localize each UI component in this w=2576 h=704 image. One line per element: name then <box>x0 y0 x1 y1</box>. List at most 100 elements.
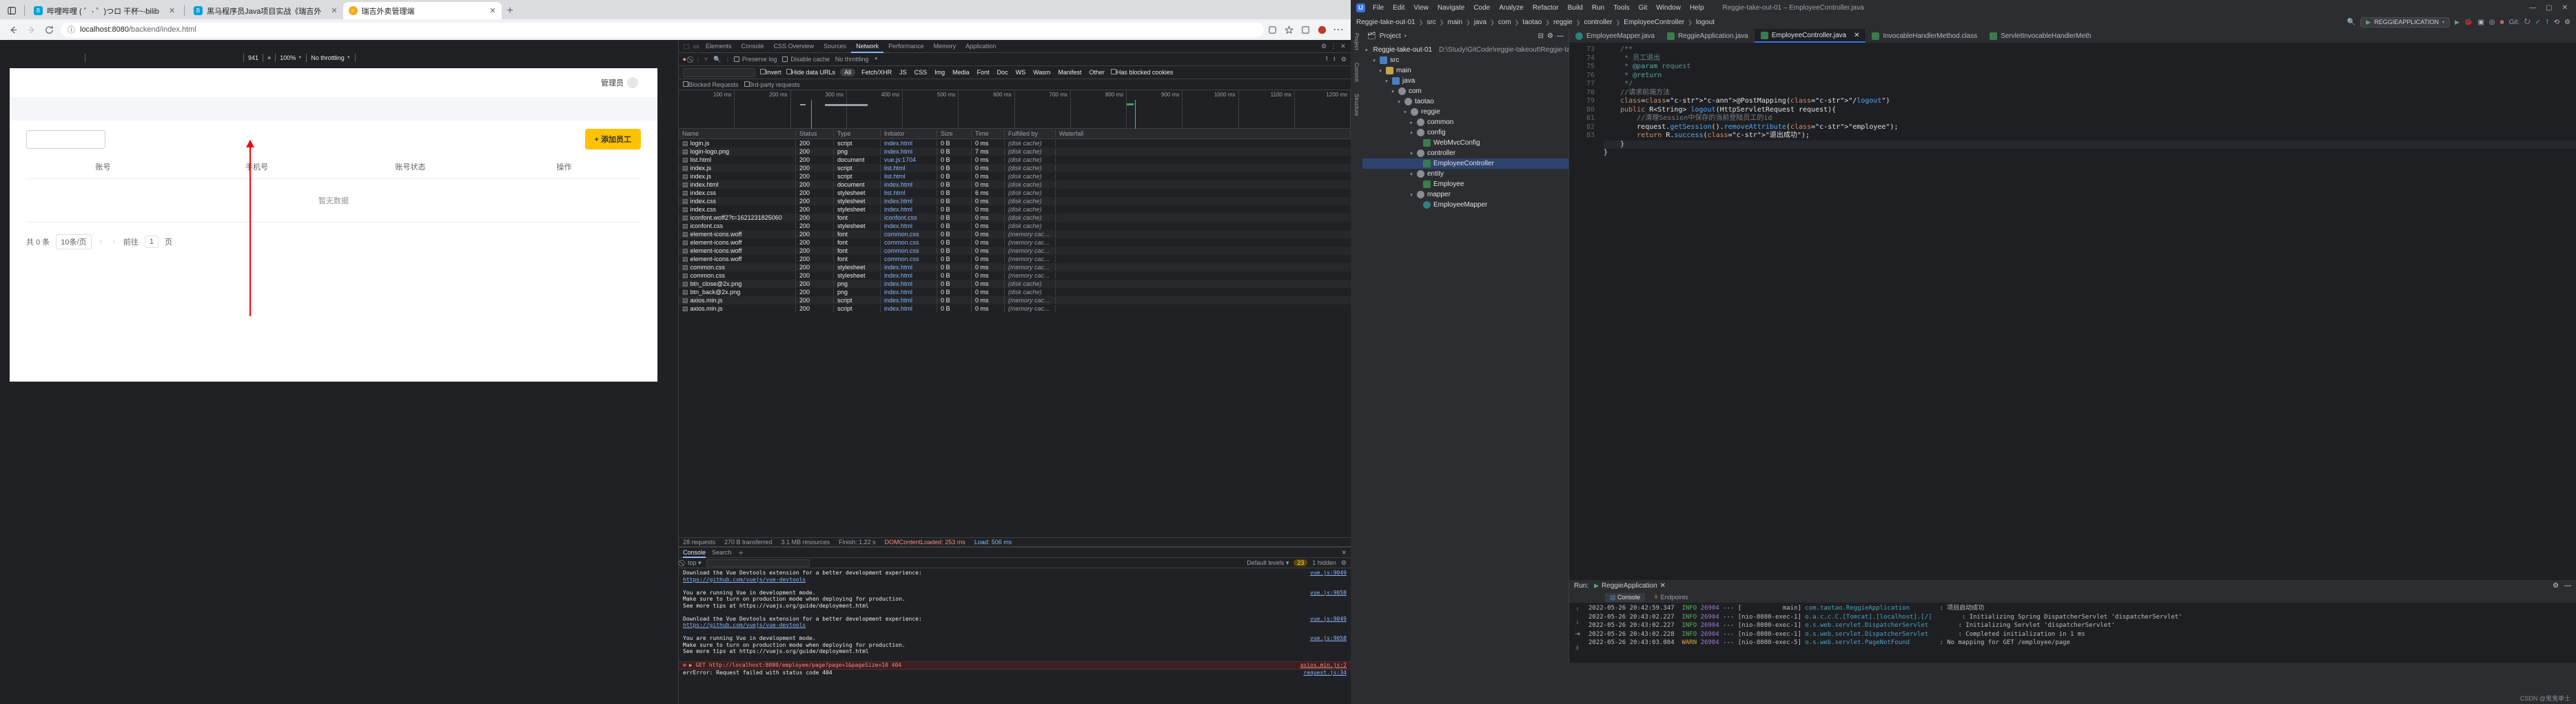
column-type[interactable]: Type <box>834 130 881 137</box>
tab-search-icon[interactable] <box>3 1 21 19</box>
next-page-icon[interactable]: › <box>110 238 117 246</box>
table-row[interactable]: ▤ list.html 200 document vue.js:1704 0 B0 ms(… <box>679 156 1351 164</box>
run-pane-hide-icon[interactable]: — <box>2564 582 2571 590</box>
filter-type-img[interactable]: Img <box>933 69 946 76</box>
tree-node-java[interactable]: ▾ java <box>1362 76 1568 86</box>
cell-initiator[interactable]: list.html <box>881 173 937 180</box>
record-icon[interactable]: ⏺ <box>683 56 686 63</box>
soft-wrap-icon[interactable]: ⇥ <box>1575 630 1580 638</box>
menu-edit[interactable]: Edit <box>1391 4 1406 12</box>
blocked-requests-checkbox[interactable]: Blocked Requests <box>683 81 739 88</box>
tree-node-taotao[interactable]: ▾ taotao <box>1362 96 1568 107</box>
device-select[interactable] <box>3 53 85 62</box>
drawer-tab-search[interactable]: Search <box>712 549 732 556</box>
column-waterfall[interactable]: Waterfall <box>1056 130 1351 137</box>
blocked-cookies-checkbox[interactable]: Has blocked cookies <box>1110 69 1173 76</box>
chevron-icon[interactable]: ▾ <box>1409 130 1414 136</box>
tab-application[interactable]: Application <box>961 40 1001 53</box>
code-line[interactable]: * 员工退出 <box>1604 54 2576 63</box>
filter-type-media[interactable]: Media <box>951 69 971 76</box>
filter-icon[interactable]: ⑂ <box>704 56 708 63</box>
cell-initiator[interactable]: list.html <box>881 165 937 172</box>
pane-settings-icon[interactable]: ⚙ <box>1547 32 1553 40</box>
close-icon[interactable]: ✕ <box>163 6 175 15</box>
favorite-icon[interactable] <box>1280 21 1297 39</box>
device-zoom-select[interactable]: 100% ▼ <box>276 53 307 62</box>
run-icon[interactable]: ▶ <box>2455 19 2460 26</box>
drawer-tab-console[interactable]: Console <box>683 548 706 558</box>
back-icon[interactable] <box>4 21 22 39</box>
breadcrumb-method[interactable]: logout <box>1696 19 1715 26</box>
code-line[interactable]: return R.success(class="c-str">"退出成功"); <box>1604 132 2576 141</box>
run-tab-endpoints[interactable]: ⚘ Endpoints <box>1653 594 1688 601</box>
rail-commit-label[interactable]: Commit <box>1353 63 1360 82</box>
console-context-select[interactable]: top ▾ <box>688 559 702 567</box>
tree-node-mapper[interactable]: ▾ mapper <box>1362 189 1568 200</box>
search-icon[interactable]: 🔍 <box>713 56 721 63</box>
editor-code[interactable]: /** * 员工退出 * @param request * @return */… <box>1598 43 2576 580</box>
code-editor[interactable]: 73 74 75 76 77 78 79 80 81 82 83 /** * 员工退出 * @par… <box>1569 43 2576 580</box>
menu-build[interactable]: Build <box>1566 4 1584 12</box>
chevron-icon[interactable]: ▾ <box>1396 99 1402 105</box>
table-row[interactable]: ▤ element-icons.woff 200 font common.css 0 B0… <box>679 247 1351 255</box>
menu-tools[interactable]: Tools <box>1612 4 1631 12</box>
tree-node-main[interactable]: ▾ main <box>1362 65 1568 76</box>
prev-page-icon[interactable]: ‹ <box>98 238 105 246</box>
tab-css-overview[interactable]: CSS Overview <box>769 40 819 53</box>
console-filter-input[interactable] <box>706 559 810 567</box>
cell-initiator[interactable]: common.css <box>881 247 937 254</box>
cell-initiator[interactable]: iconfont.css <box>881 214 937 221</box>
console-source-link[interactable]: request.js:34 <box>1298 670 1347 676</box>
cell-initiator[interactable]: index.html <box>881 280 937 287</box>
tree-node-entity[interactable]: ▾ entity <box>1362 169 1568 179</box>
menu-file[interactable]: File <box>1371 4 1385 12</box>
devtools-more-icon[interactable]: ⋮ <box>1329 43 1338 50</box>
chevron-icon[interactable]: ▾ <box>1409 151 1414 156</box>
table-row[interactable]: ▤ iconfont.woff2?t=1621231825060 200 font ic… <box>679 214 1351 222</box>
device-throttling-select[interactable]: No throttling ▼ <box>307 53 356 62</box>
close-icon[interactable]: ✕ <box>1854 32 1859 39</box>
editor-tab-servletinvocablehandlermeth[interactable]: ServletInvocableHandlerMeth <box>1983 29 2097 43</box>
table-row[interactable]: ▤ iconfont.css 200 stylesheet index.html 0 B0… <box>679 222 1351 230</box>
debug-icon[interactable]: 🐞 <box>2464 19 2473 26</box>
stop-icon[interactable]: ■ <box>2500 19 2504 26</box>
console-source-link[interactable]: vue.js:9049 <box>1305 616 1347 623</box>
cell-initiator[interactable]: common.css <box>881 239 937 246</box>
more-menu-icon[interactable]: ⋯ <box>1330 21 1347 39</box>
console-link[interactable]: https://github.com/vuejs/vue-devtools <box>683 577 806 583</box>
code-line[interactable]: /** <box>1604 45 2576 54</box>
cell-initiator[interactable]: index.html <box>881 140 937 147</box>
menu-code[interactable]: Code <box>1472 4 1491 12</box>
console-source-link[interactable]: vue.js:9058 <box>1305 590 1347 597</box>
code-line[interactable]: } <box>1604 149 2576 158</box>
settings-icon[interactable]: ⚙ <box>2564 19 2570 26</box>
device-height-input[interactable]: × <box>263 53 276 62</box>
table-row[interactable]: ▤ index.js 200 script list.html 0 B0 ms (disk … <box>679 172 1351 180</box>
run-configuration-select[interactable]: ▶ REGGIEAPPLICATION ▾ <box>2360 17 2450 28</box>
gear-icon[interactable]: ⚙ <box>1341 56 1347 63</box>
pane-collapse-icon[interactable]: ⊟ <box>1538 32 1544 40</box>
drawer-add-icon[interactable]: ＋ <box>738 548 744 557</box>
code-line[interactable]: //请求前端方法 <box>1604 89 2576 98</box>
editor-tab-reggieapplication-java[interactable]: ReggieApplication.java <box>1661 29 1755 43</box>
cell-initiator[interactable]: index.html <box>881 297 937 304</box>
column-status[interactable]: Status <box>796 130 834 137</box>
device-width-input[interactable]: 941 <box>244 53 264 62</box>
chevron-icon[interactable]: ▾ <box>1390 89 1396 94</box>
git-update-icon[interactable]: ⭮ <box>2524 17 2530 28</box>
editor-tab-employeecontroller-java[interactable]: EmployeeController.java ✕ <box>1754 29 1866 43</box>
filter-type-doc[interactable]: Doc <box>996 69 1010 76</box>
filter-type-manifest[interactable]: Manifest <box>1056 69 1083 76</box>
scroll-to-end-icon[interactable]: ⤓ <box>1576 643 1579 651</box>
third-party-checkbox[interactable]: 3rd-party requests <box>744 81 800 88</box>
preserve-log-checkbox[interactable]: Preserve log <box>733 56 777 63</box>
tree-node-reggie-take-out-01[interactable]: ▾ Reggie-take-out-01 D:\Study\GitCode\regg… <box>1362 45 1588 55</box>
cell-initiator[interactable]: index.html <box>881 305 937 312</box>
tab-sources[interactable]: Sources <box>819 40 851 53</box>
table-row[interactable]: ▤ element-icons.woff 200 font common.css 0 B0… <box>679 230 1351 238</box>
menu-navigate[interactable]: Navigate <box>1436 4 1466 12</box>
table-row[interactable]: ▤ common.css 200 stylesheet index.html 0 B0 m… <box>679 271 1351 280</box>
network-filter-input[interactable] <box>683 68 755 77</box>
tab-elements[interactable]: Elements <box>701 40 737 53</box>
breadcrumb-com[interactable]: com <box>1498 19 1511 26</box>
